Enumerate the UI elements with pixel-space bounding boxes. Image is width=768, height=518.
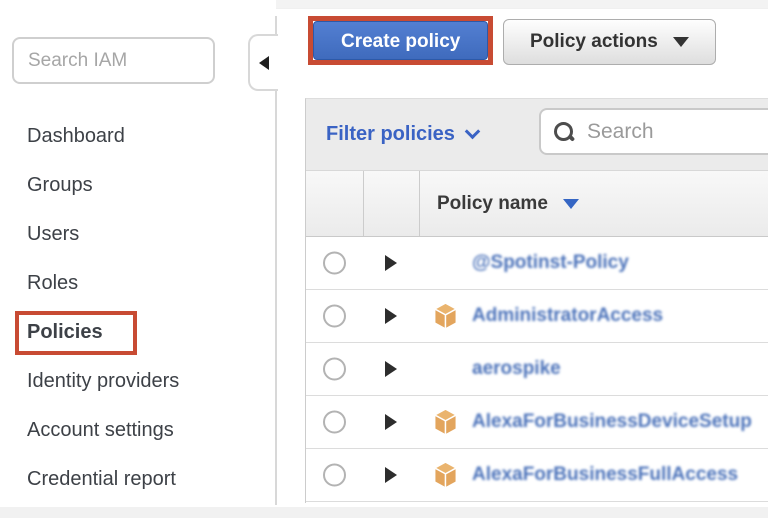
filter-policies-label: Filter policies [326, 123, 455, 146]
policy-search-input[interactable] [585, 119, 765, 145]
sidebar-item-label: Dashboard [27, 125, 125, 148]
sidebar-item-label: Credential report [27, 468, 176, 491]
policy-name-sort-header[interactable]: Policy name [437, 171, 579, 236]
row-expand-icon[interactable] [385, 255, 397, 271]
sidebar-item-roles[interactable]: Roles [0, 259, 276, 308]
row-select-radio[interactable] [323, 305, 346, 328]
sidebar-nav: Dashboard Groups Users Roles Policies Id… [0, 112, 276, 504]
policy-name-header-label: Policy name [437, 193, 548, 215]
create-policy-button[interactable]: Create policy [313, 21, 488, 60]
row-select-radio[interactable] [323, 464, 346, 487]
bottom-edge-strip [0, 507, 768, 518]
sidebar-item-label: Users [27, 223, 79, 246]
sidebar-item-identity-providers[interactable]: Identity providers [0, 357, 276, 406]
policies-table-body: @Spotinst-Policy AdministratorAccess aer… [306, 237, 768, 502]
policy-name-link[interactable]: AdministratorAccess [472, 305, 663, 327]
sidebar-item-policies[interactable]: Policies [0, 308, 276, 357]
chevron-down-icon [465, 124, 481, 140]
policies-annotation-box: Policies [15, 311, 137, 355]
row-expand-icon[interactable] [385, 467, 397, 483]
policies-table-header: Policy name [306, 170, 768, 237]
row-select-radio[interactable] [323, 252, 346, 275]
search-iam-input[interactable] [12, 37, 215, 84]
row-expand-icon[interactable] [385, 361, 397, 377]
row-expand-icon[interactable] [385, 414, 397, 430]
policy-name-link[interactable]: AlexaForBusinessFullAccess [472, 464, 738, 486]
table-row: AlexaForBusinessDeviceSetup [306, 396, 768, 449]
sort-descending-icon [563, 199, 579, 209]
sidebar-item-groups[interactable]: Groups [0, 161, 276, 210]
policies-panel: Filter policies Policy name @Spotinst-Po… [305, 98, 768, 503]
sidebar-item-label: Groups [27, 174, 93, 197]
sidebar-collapse-button[interactable] [248, 34, 278, 91]
table-row: AdministratorAccess [306, 290, 768, 343]
aws-managed-policy-icon [432, 302, 459, 330]
row-select-radio[interactable] [323, 358, 346, 381]
sidebar-item-credential-report[interactable]: Credential report [0, 455, 276, 504]
table-row: AlexaForBusinessFullAccess [306, 449, 768, 502]
sidebar-item-users[interactable]: Users [0, 210, 276, 259]
policy-name-link[interactable]: aerospike [472, 358, 561, 380]
sidebar-item-account-settings[interactable]: Account settings [0, 406, 276, 455]
sidebar-item-label: Account settings [27, 419, 174, 442]
column-separator [363, 171, 364, 236]
policy-name-link[interactable]: @Spotinst-Policy [472, 252, 629, 274]
aws-managed-policy-icon [432, 461, 459, 489]
search-icon [553, 121, 575, 143]
iam-console-screen: Dashboard Groups Users Roles Policies Id… [0, 0, 768, 518]
policy-actions-label: Policy actions [530, 31, 658, 53]
policy-search-box [539, 108, 768, 155]
row-expand-icon[interactable] [385, 308, 397, 324]
iam-sidebar: Dashboard Groups Users Roles Policies Id… [0, 0, 276, 518]
column-separator [419, 171, 420, 236]
create-policy-annotation-box: Create policy [308, 16, 493, 65]
caret-down-icon [673, 37, 689, 47]
row-select-radio[interactable] [323, 411, 346, 434]
policy-actions-button[interactable]: Policy actions [503, 19, 716, 65]
aws-managed-policy-icon [432, 408, 459, 436]
sidebar-item-label: Roles [27, 272, 78, 295]
sidebar-item-dashboard[interactable]: Dashboard [0, 112, 276, 161]
sidebar-item-label: Identity providers [27, 370, 179, 393]
table-row: @Spotinst-Policy [306, 237, 768, 290]
filter-bar: Filter policies [306, 99, 768, 170]
policy-name-link[interactable]: AlexaForBusinessDeviceSetup [472, 411, 752, 433]
filter-policies-dropdown[interactable]: Filter policies [326, 99, 478, 170]
collapse-left-arrow-icon [259, 56, 269, 70]
table-row: aerospike [306, 343, 768, 396]
